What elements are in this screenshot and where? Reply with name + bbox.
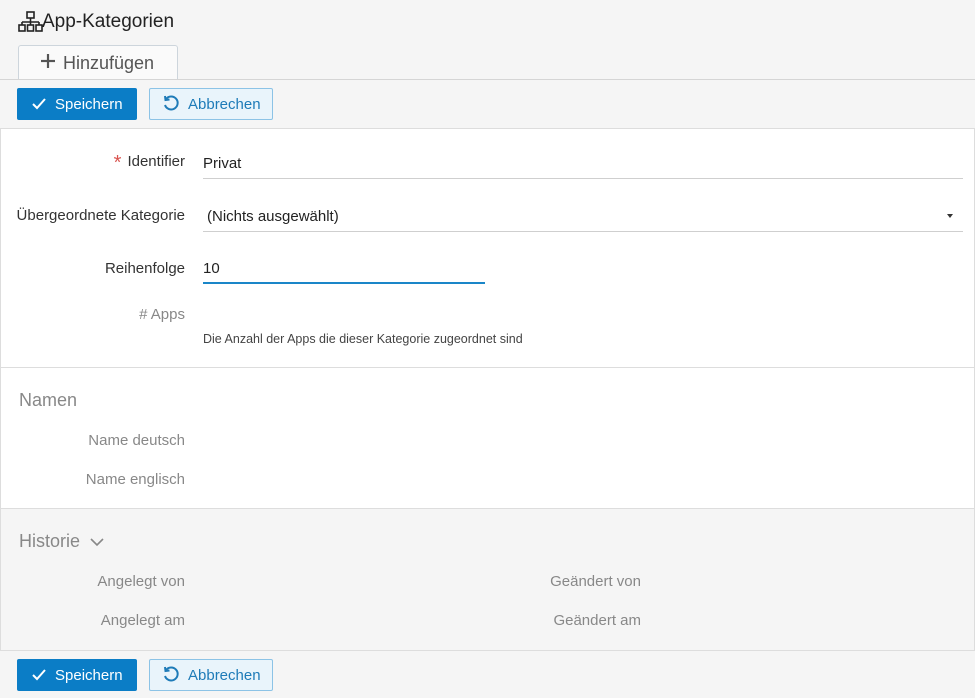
save-button[interactable]: Speichern <box>17 88 137 120</box>
cancel-button-bottom[interactable]: Abbrechen <box>149 659 273 691</box>
created-at-label: Angelegt am <box>100 612 185 629</box>
apps-hint: Die Anzahl der Apps die dieser Kategorie… <box>203 332 523 346</box>
undo-icon <box>164 666 179 682</box>
toolbar-top: Speichern Abbrechen <box>0 80 975 128</box>
save-button-label: Speichern <box>55 666 123 684</box>
save-button-label: Speichern <box>55 95 123 113</box>
created-by-label: Angelegt von <box>97 573 185 590</box>
order-label: Reihenfolge <box>104 260 185 277</box>
changed-at-label: Geändert am <box>553 612 641 629</box>
sitemap-icon <box>18 11 44 33</box>
name-en-label: Name englisch <box>85 471 185 488</box>
history-toggle[interactable]: Historie <box>19 531 104 552</box>
history-title: Historie <box>19 531 81 551</box>
changed-by-label: Geändert von <box>550 573 641 590</box>
tab-add[interactable]: Hinzufügen <box>18 45 178 80</box>
history-section: Historie Angelegt von Angelegt am Geände… <box>0 508 975 650</box>
names-title: Namen <box>19 390 78 410</box>
cancel-button-label: Abbrechen <box>188 95 261 113</box>
cancel-button[interactable]: Abbrechen <box>149 88 273 120</box>
plus-icon <box>39 51 57 75</box>
toolbar-bottom: Speichern Abbrechen <box>0 650 975 698</box>
cancel-button-label: Abbrechen <box>188 666 261 684</box>
page-header: App-Kategorien <box>18 10 174 34</box>
name-de-label: Name deutsch <box>88 432 185 449</box>
required-marker: * <box>113 152 122 174</box>
page-title: App-Kategorien <box>42 11 175 32</box>
check-icon <box>32 98 46 110</box>
dropdown-caret-icon <box>947 214 953 218</box>
identifier-field[interactable]: Privat <box>203 149 963 179</box>
chevron-down-icon <box>90 537 104 546</box>
main-form-panel: * Identifier Privat Übergeordnete Kategor… <box>0 128 975 367</box>
parent-category-label: Übergeordnete Kategorie <box>16 207 185 224</box>
parent-category-select[interactable]: (Nichts ausgewählt) <box>203 202 963 232</box>
order-field[interactable]: 10 <box>203 254 485 284</box>
identifier-label: * Identifier <box>113 152 185 174</box>
apps-label: # Apps <box>139 306 185 323</box>
undo-icon <box>164 95 179 111</box>
save-button-bottom[interactable]: Speichern <box>17 659 137 691</box>
names-section: Namen Name deutsch Name englisch <box>0 367 975 508</box>
tab-add-label: Hinzufügen <box>63 52 155 73</box>
check-icon <box>32 669 46 681</box>
